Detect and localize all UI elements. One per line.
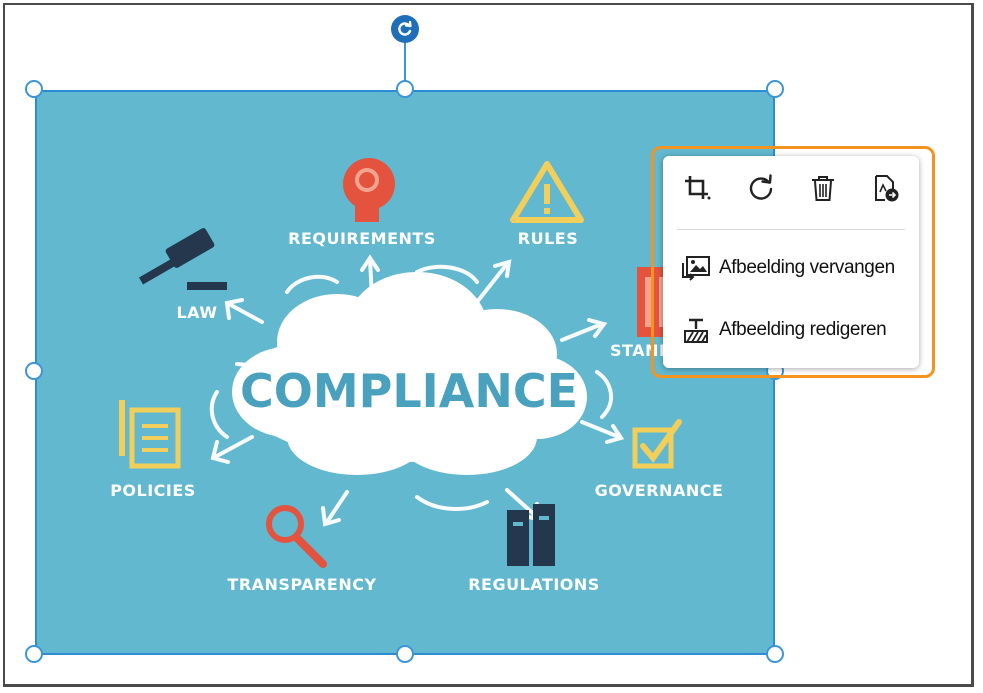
rotate-arrow-icon: [398, 20, 412, 36]
resize-handle-bottom-left[interactable]: [25, 645, 43, 663]
transparency-icon: [266, 505, 327, 568]
label-transparency: TRANSPARENCY: [227, 575, 376, 594]
label-law: LAW: [176, 303, 217, 322]
resize-handle-top[interactable]: [396, 80, 414, 98]
menu-highlight-outline: [651, 146, 935, 378]
label-regulations: REGULATIONS: [468, 575, 600, 594]
governance-icon: [632, 419, 682, 469]
requirements-icon: [343, 158, 395, 222]
label-requirements: REQUIREMENTS: [288, 229, 436, 248]
rules-icon: [510, 161, 584, 223]
resize-handle-top-right[interactable]: [766, 80, 784, 98]
resize-handle-bottom-right[interactable]: [766, 645, 784, 663]
resize-handle-bottom[interactable]: [396, 645, 414, 663]
policies-icon: [119, 400, 181, 469]
label-governance: GOVERNANCE: [595, 481, 724, 500]
compliance-title: COMPLIANCE: [240, 364, 578, 418]
label-policies: POLICIES: [110, 481, 196, 500]
resize-handle-left[interactable]: [25, 362, 43, 380]
resize-handle-top-left[interactable]: [25, 80, 43, 98]
gavel-icon: [139, 228, 227, 290]
label-rules: RULES: [518, 229, 578, 248]
rotate-handle[interactable]: [391, 15, 419, 43]
